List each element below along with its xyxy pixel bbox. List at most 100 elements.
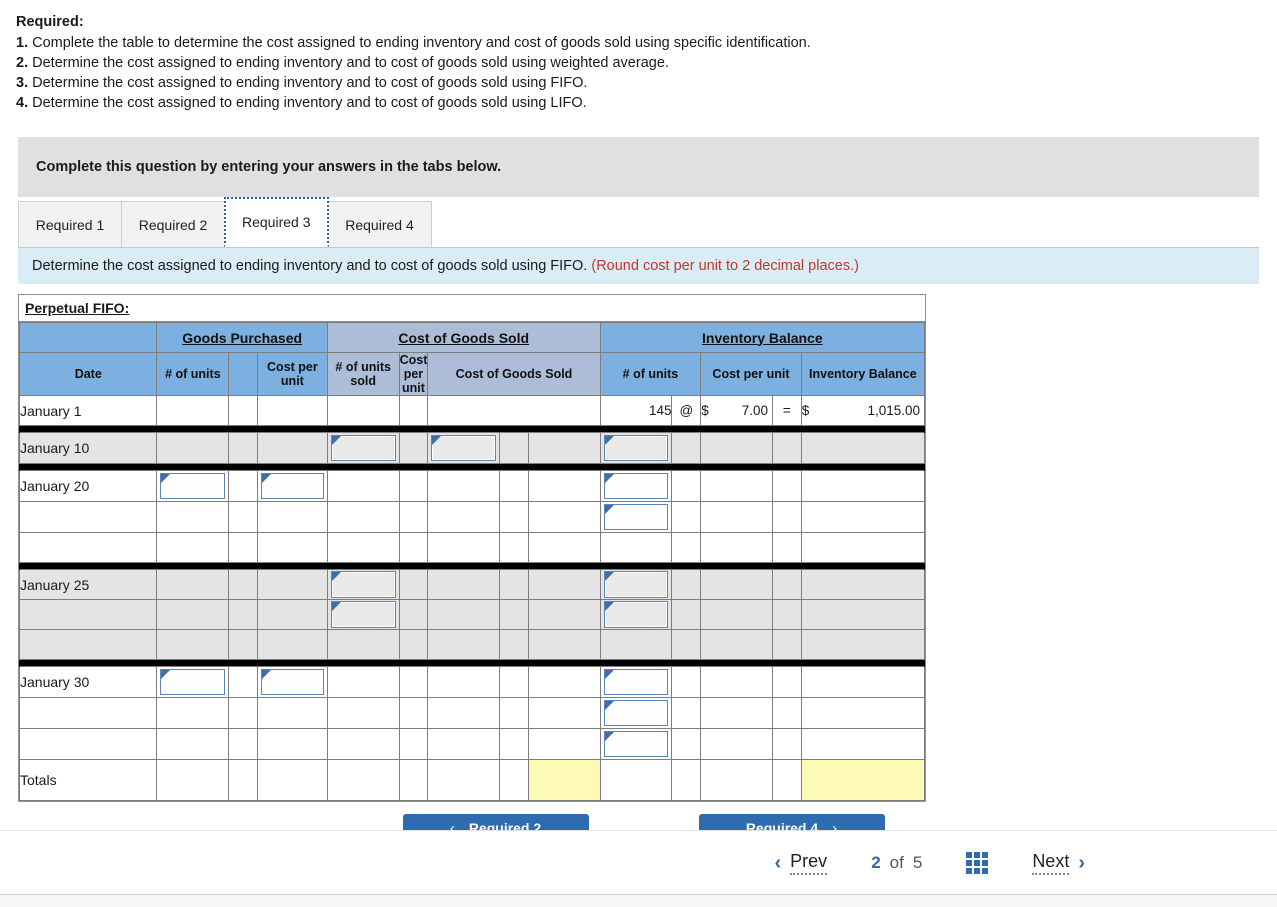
input-inv-units-jan25-r1[interactable] xyxy=(603,571,669,598)
table-row-january-20: January 20 xyxy=(18,470,926,502)
prev-page-button[interactable]: ‹ Prev xyxy=(753,851,850,875)
cell-cogs-cost xyxy=(398,666,429,698)
inv-balance-amount: 1,015.00 xyxy=(867,403,920,418)
cell-cogs-cost[interactable] xyxy=(427,432,501,464)
input-cogs-units-jan10[interactable] xyxy=(330,435,396,461)
cell-cogs-units[interactable] xyxy=(326,599,400,630)
table-row-january-25: January 25 xyxy=(18,569,926,600)
cell-cogs-units xyxy=(326,697,400,729)
input-gp-cost-jan30[interactable] xyxy=(261,669,324,695)
table-row-totals: Totals xyxy=(18,759,926,801)
cell-cogs-total-a xyxy=(427,759,501,801)
required-item-2: 2. Determine the cost assigned to ending… xyxy=(16,53,1277,73)
cell-gp-cost[interactable] xyxy=(257,666,328,698)
next-page-button[interactable]: Next › xyxy=(1010,851,1107,875)
grid-icon[interactable] xyxy=(966,851,989,874)
input-inv-units-jan20-r2[interactable] xyxy=(603,504,669,530)
group-header-cost-of-goods-sold: Cost of Goods Sold xyxy=(326,322,601,353)
cell-inv-equals xyxy=(772,666,802,698)
total-page-count: 5 xyxy=(912,852,923,872)
cell-inv-units[interactable] xyxy=(599,697,673,729)
cell-gp-spacer xyxy=(228,666,258,698)
page-grid-button[interactable] xyxy=(944,851,1010,874)
cell-inv-equals xyxy=(772,759,802,801)
cell-inv-units[interactable] xyxy=(599,432,673,464)
cell-inv-at-symbol xyxy=(671,759,702,801)
cell-gp-units xyxy=(156,599,230,630)
cell-gp-spacer xyxy=(228,569,258,600)
cell-cogs-units xyxy=(326,395,400,426)
col-header-inv-cost-per-unit: Cost per unit xyxy=(700,352,802,396)
cell-gp-spacer xyxy=(228,599,258,630)
cell-cogs-total-b xyxy=(527,432,601,464)
cell-inv-at-symbol: @ xyxy=(671,395,702,426)
cell-gp-cost xyxy=(257,532,328,563)
input-inv-units-jan25-r2[interactable] xyxy=(603,601,669,628)
cell-inv-units xyxy=(599,629,673,660)
cell-inv-cost xyxy=(700,629,774,660)
tab-required-4[interactable]: Required 4 xyxy=(327,201,432,247)
row-date xyxy=(18,697,158,729)
chevron-left-icon: ‹ xyxy=(774,851,782,874)
table-row-january-20-line3 xyxy=(18,532,926,563)
cell-inv-at-symbol xyxy=(671,532,702,563)
cell-cogs-units xyxy=(326,728,400,760)
cell-cogs-units[interactable] xyxy=(326,569,400,600)
cell-inv-units[interactable] xyxy=(599,501,673,533)
cell-inv-cost xyxy=(700,697,774,729)
input-gp-cost-jan20[interactable] xyxy=(261,473,324,499)
input-inv-units-jan30-r2[interactable] xyxy=(603,700,669,726)
tab-required-3[interactable]: Required 3 xyxy=(224,197,329,247)
input-inv-units-jan30-r3[interactable] xyxy=(603,731,669,757)
cell-gp-cost xyxy=(257,629,328,660)
separator-bar xyxy=(19,425,925,433)
cell-cogs-total-c xyxy=(527,599,601,630)
cell-cogs-grand-total xyxy=(527,759,601,801)
table-row-january-25-line3 xyxy=(18,629,926,660)
cell-inv-units[interactable] xyxy=(599,569,673,600)
cell-cogs-total-c xyxy=(527,697,601,729)
cell-cogs-total-b xyxy=(499,666,529,698)
cell-inventory-balance xyxy=(800,629,926,660)
cell-inv-equals xyxy=(772,532,802,563)
cell-cogs-cost xyxy=(398,629,429,660)
required-item-1-number: 1. xyxy=(16,35,29,51)
input-cogs-units-jan25-r1[interactable] xyxy=(330,571,396,598)
cell-gp-spacer xyxy=(228,629,258,660)
cell-inv-cost xyxy=(700,759,774,801)
input-cogs-cost-jan10[interactable] xyxy=(431,435,497,461)
cell-cogs-total-b xyxy=(499,697,529,729)
fifo-table: Goods Purchased Cost of Goods Sold Inven… xyxy=(18,322,926,801)
tab-required-2[interactable]: Required 2 xyxy=(121,201,225,247)
tab-required-1[interactable]: Required 1 xyxy=(18,201,122,247)
cell-inv-units[interactable] xyxy=(599,470,673,502)
cell-gp-units[interactable] xyxy=(156,470,230,502)
input-inv-units-jan10[interactable] xyxy=(603,435,669,461)
input-cogs-units-jan25-r2[interactable] xyxy=(330,601,396,628)
col-header-gp-cost-per-unit: Cost per unit xyxy=(257,352,328,396)
cell-inv-units[interactable] xyxy=(599,599,673,630)
col-header-inventory-balance: Inventory Balance xyxy=(800,352,926,396)
input-gp-units-jan20[interactable] xyxy=(160,473,226,499)
cell-cogs-total-a xyxy=(427,629,501,660)
cell-cogs-units[interactable] xyxy=(326,432,400,464)
required-heading: Required: xyxy=(16,14,84,30)
required-item-3-number: 3. xyxy=(16,75,29,91)
cell-inv-units[interactable] xyxy=(599,728,673,760)
cell-cogs-units xyxy=(326,759,400,801)
input-inv-units-jan20-r1[interactable] xyxy=(603,473,669,499)
input-gp-units-jan30[interactable] xyxy=(160,669,226,695)
cell-gp-units[interactable] xyxy=(156,666,230,698)
input-inv-units-jan30-r1[interactable] xyxy=(603,669,669,695)
table-row-january-25-line2 xyxy=(18,599,926,630)
separator-bar xyxy=(19,463,925,471)
required-item-1: 1. Complete the table to determine the c… xyxy=(16,33,1277,53)
cell-cogs-total-b xyxy=(499,470,529,502)
row-date xyxy=(18,629,158,660)
cell-inv-at-symbol xyxy=(671,470,702,502)
cell-gp-spacer xyxy=(228,501,258,533)
cell-gp-cost[interactable] xyxy=(257,470,328,502)
prev-page-label: Prev xyxy=(790,851,828,875)
cell-inv-units[interactable] xyxy=(599,666,673,698)
worksheet-title: Perpetual FIFO: xyxy=(19,295,925,322)
